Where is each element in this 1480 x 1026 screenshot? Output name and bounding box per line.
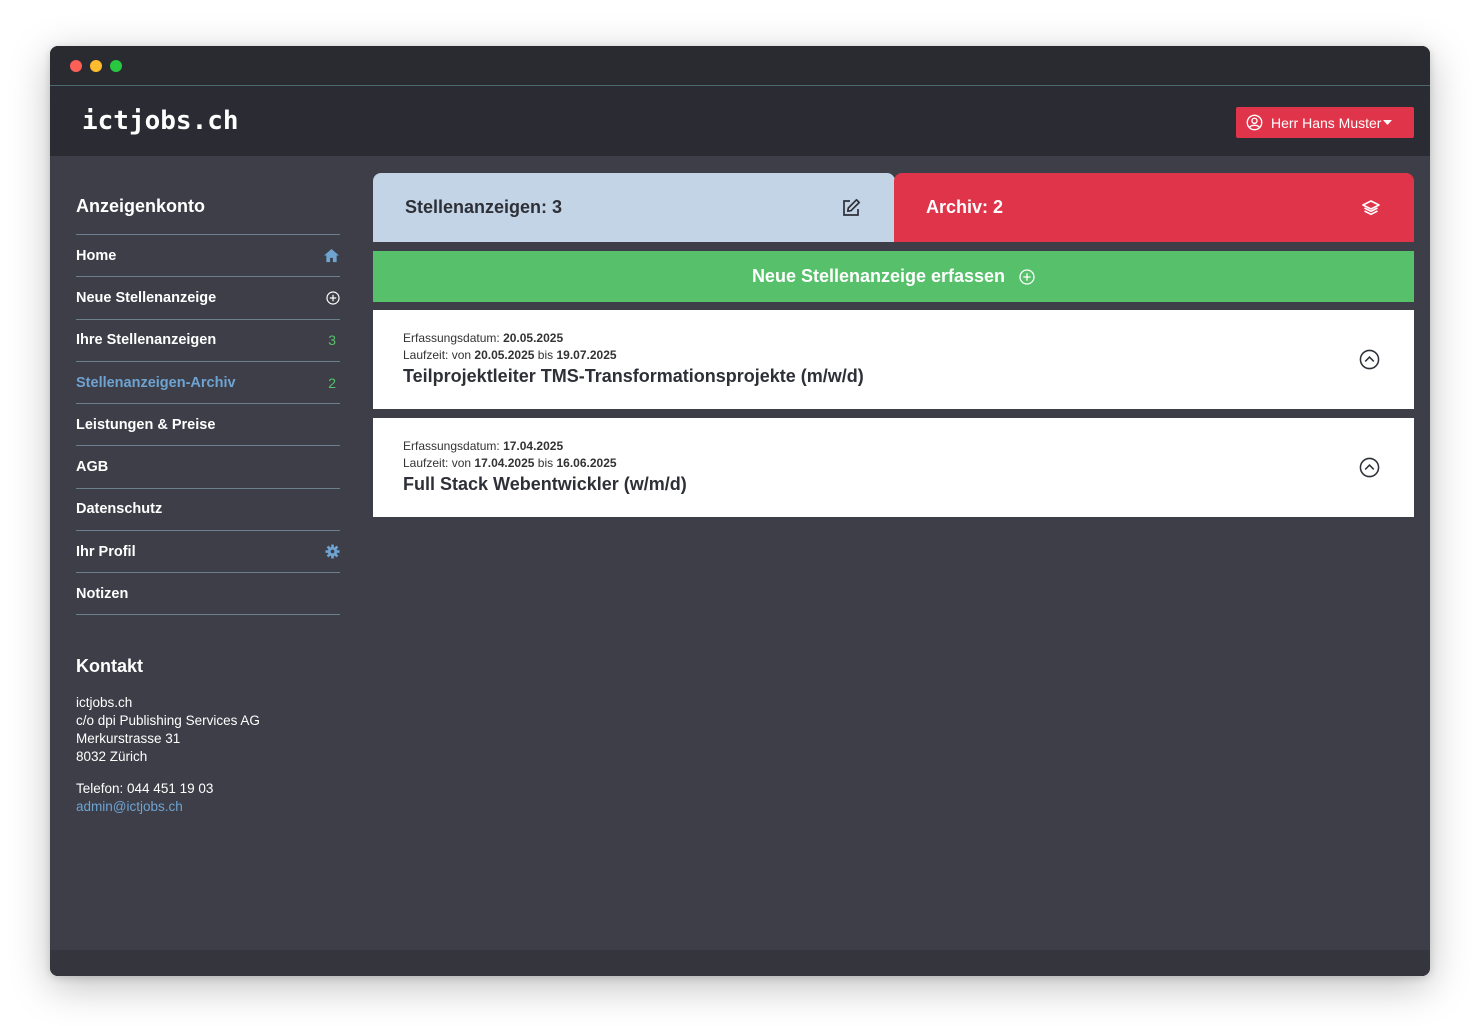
job-title[interactable]: Teilprojektleiter TMS-Transformationspro… [403, 366, 1384, 387]
job-title[interactable]: Full Stack Webentwickler (w/m/d) [403, 474, 1384, 495]
window-titlebar [50, 46, 1430, 86]
maximize-window-button[interactable] [110, 60, 122, 72]
minimize-window-button[interactable] [90, 60, 102, 72]
sidebar-item-label: Leistungen & Preise [76, 416, 216, 433]
tab-label: Archiv: 2 [926, 197, 1004, 217]
contact-line: Merkurstrasse 31 [76, 731, 181, 746]
new-job-label: Neue Stellenanzeige erfassen [751, 266, 1006, 286]
site-logo[interactable]: ictjobs.ch [82, 106, 239, 136]
sidebar-item-home[interactable]: Home [76, 234, 340, 276]
job-runtime: Laufzeit: von 20.05.2025 bis 19.07.2025 [403, 348, 617, 362]
sidebar-item-label: Datenschutz [76, 501, 163, 518]
sidebar-item-label: Ihr Profil [76, 543, 136, 560]
layers-icon [1362, 199, 1380, 215]
contact-line: 8032 Zürich [76, 749, 148, 764]
home-icon [324, 249, 339, 263]
window-bottom-strip [50, 950, 1430, 976]
user-circle-icon [1246, 114, 1263, 131]
sidebar-item-archive[interactable]: Stellenanzeigen-Archiv 2 [76, 360, 340, 403]
close-window-button[interactable] [70, 60, 82, 72]
job-count-badge: 3 [328, 332, 336, 349]
sidebar-item-label: Ihre Stellenanzeigen [76, 332, 217, 349]
sidebar-nav: Home Neue Stellenanzeige Ihre Stellenanz… [76, 234, 340, 615]
chevron-up-circle-icon[interactable] [1359, 349, 1380, 370]
job-created: Erfassungsdatum: 20.05.2025 [403, 331, 564, 345]
caret-down-icon [1383, 120, 1392, 125]
tab-archive[interactable]: Archiv: 2 [894, 173, 1414, 242]
job-card[interactable]: Erfassungsdatum: 17.04.2025 Laufzeit: vo… [373, 418, 1414, 517]
job-created: Erfassungsdatum: 17.04.2025 [403, 439, 564, 453]
sidebar-item-label: Home [76, 247, 117, 264]
contact-phone: Telefon: 044 451 19 03 [76, 781, 214, 796]
contact-title: Kontakt [76, 656, 143, 676]
sidebar-item-label: Notizen [76, 585, 129, 602]
sidebar-title: Anzeigenkonto [76, 196, 205, 216]
sidebar-item-privacy[interactable]: Datenschutz [76, 487, 340, 530]
contact-line: ictjobs.ch [76, 695, 133, 710]
sidebar-item-agb[interactable]: AGB [76, 445, 340, 487]
chevron-up-circle-icon[interactable] [1359, 457, 1380, 478]
user-name-label: Herr Hans Muster [1271, 114, 1382, 131]
sidebar-item-label: Stellenanzeigen-Archiv [76, 374, 236, 391]
tab-active-jobs[interactable]: Stellenanzeigen: 3 [373, 173, 895, 242]
site-header: ictjobs.ch Herr Hans Muster [50, 86, 1430, 156]
plus-circle-icon [1019, 268, 1035, 285]
job-runtime: Laufzeit: von 17.04.2025 bis 16.06.2025 [403, 456, 617, 470]
sidebar-item-services[interactable]: Leistungen & Preise [76, 403, 340, 445]
sidebar-item-profile[interactable]: Ihr Profil [76, 530, 340, 572]
job-card[interactable]: Erfassungsdatum: 20.05.2025 Laufzeit: vo… [373, 310, 1414, 409]
browser-window: ictjobs.ch Herr Hans Muster Anzeigenkont… [50, 46, 1430, 976]
sidebar-item-notes[interactable]: Notizen [76, 572, 340, 615]
sidebar-item-label: AGB [76, 459, 109, 476]
archive-count-badge: 2 [328, 374, 336, 391]
sidebar-item-my-jobs[interactable]: Ihre Stellenanzeigen 3 [76, 318, 340, 361]
sidebar-item-new-job[interactable]: Neue Stellenanzeige [76, 276, 340, 318]
tab-label: Stellenanzeigen: 3 [405, 197, 563, 217]
edit-icon [843, 198, 861, 216]
contact-block: ictjobs.ch c/o dpi Publishing Services A… [76, 694, 260, 816]
sidebar-item-label: Neue Stellenanzeige [76, 289, 217, 306]
plus-circle-icon [326, 291, 340, 305]
gear-icon [325, 544, 340, 559]
contact-line: c/o dpi Publishing Services AG [76, 713, 260, 728]
user-menu-button[interactable]: Herr Hans Muster [1236, 107, 1414, 138]
new-job-button[interactable]: Neue Stellenanzeige erfassen [373, 251, 1414, 302]
contact-email-link[interactable]: admin@ictjobs.ch [76, 798, 260, 816]
